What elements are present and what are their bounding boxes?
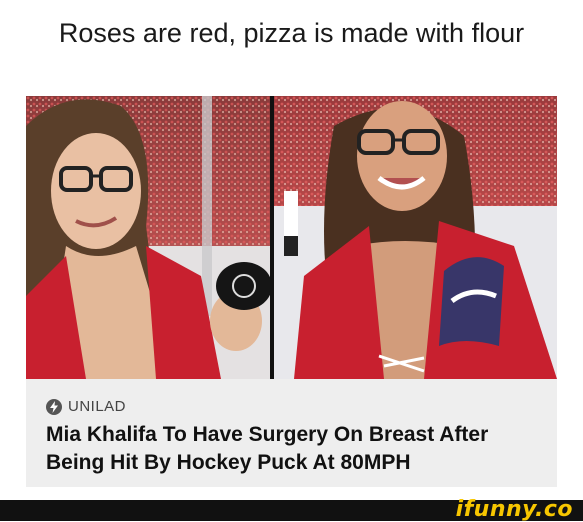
footer-bar: ifunny.co: [0, 497, 583, 522]
right-photo: [274, 96, 557, 379]
ifunny-watermark: ifunny.co: [455, 497, 573, 522]
article-card[interactable]: UNILAD Mia Khalifa To Have Surgery On Br…: [26, 96, 557, 487]
article-meta: UNILAD Mia Khalifa To Have Surgery On Br…: [26, 379, 557, 487]
meme-caption: Roses are red, pizza is made with flour: [58, 18, 525, 48]
source-label: UNILAD: [68, 398, 127, 415]
article-headline[interactable]: Mia Khalifa To Have Surgery On Breast Af…: [46, 421, 546, 477]
article-source[interactable]: UNILAD: [46, 398, 126, 415]
bolt-icon: [46, 398, 62, 415]
left-photo: [26, 96, 270, 379]
article-photos: [26, 96, 557, 379]
